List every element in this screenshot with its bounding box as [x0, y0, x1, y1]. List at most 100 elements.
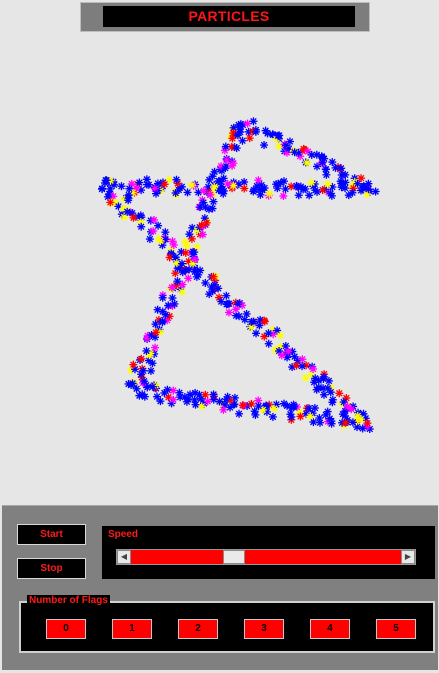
particle: [201, 278, 210, 287]
flags-label: Number of Flags: [27, 595, 110, 606]
control-panel: Start Stop Speed ◀ ▶ Number of Flags 0 1…: [2, 505, 438, 670]
particle: [224, 308, 233, 317]
particle: [190, 255, 199, 264]
particle: [209, 390, 218, 399]
slider-thumb[interactable]: [222, 550, 245, 564]
particle: [197, 402, 206, 411]
flag-button-4[interactable]: 4: [310, 619, 350, 639]
particle: [129, 360, 138, 369]
particle: [124, 379, 133, 388]
particle: [167, 283, 176, 292]
particle: [214, 284, 223, 293]
particle: [149, 227, 158, 236]
particle: [242, 309, 251, 318]
particle: [233, 131, 242, 140]
particle: [232, 144, 241, 153]
particle: [341, 178, 350, 187]
particle: [181, 237, 190, 246]
particle: [164, 301, 173, 310]
particle: [245, 134, 254, 143]
particle: [250, 407, 259, 416]
slider-right-arrow-icon[interactable]: ▶: [401, 550, 415, 564]
flag-button-0[interactable]: 0: [46, 619, 86, 639]
particle: [206, 190, 215, 199]
speed-slider[interactable]: ◀ ▶: [116, 549, 416, 565]
particle: [198, 230, 207, 239]
particle: [161, 228, 170, 237]
particle: [318, 186, 327, 195]
flag-button-2[interactable]: 2: [178, 619, 218, 639]
particle: [292, 181, 301, 190]
particle: [153, 305, 162, 314]
particle: [260, 141, 269, 150]
particle: [163, 385, 172, 394]
particle: [338, 410, 347, 419]
start-button[interactable]: Start: [17, 524, 86, 545]
particle: [252, 329, 261, 338]
speed-group: Speed ◀ ▶: [102, 526, 435, 579]
particle: [358, 424, 367, 433]
flag-button-5[interactable]: 5: [376, 619, 416, 639]
particle: [208, 204, 217, 213]
stop-button[interactable]: Stop: [17, 558, 86, 579]
particle: [124, 196, 133, 205]
particle: [325, 414, 334, 423]
particle: [322, 170, 331, 179]
particle: [268, 412, 277, 421]
particle: [298, 355, 307, 364]
particle: [318, 158, 327, 167]
particle: [277, 351, 286, 360]
particle: [178, 287, 187, 296]
particle: [247, 317, 256, 326]
particle: [247, 399, 256, 408]
particle: [231, 305, 240, 314]
particle: [337, 164, 346, 173]
particle: [139, 366, 148, 375]
particle: [137, 222, 146, 231]
flags-group: Number of Flags 0 1 2 3 4 5: [19, 595, 435, 653]
particle: [249, 117, 258, 126]
app-title: PARTICLES: [103, 6, 355, 27]
particle: [222, 300, 231, 309]
particle: [306, 412, 315, 421]
particle: [171, 253, 180, 262]
particle: [341, 170, 350, 179]
particle: [194, 188, 203, 197]
particle: [173, 277, 182, 286]
particle: [234, 120, 243, 129]
particle: [357, 174, 366, 183]
particle: [305, 191, 314, 200]
particle: [335, 389, 344, 398]
particle: [148, 359, 157, 368]
particle: [260, 317, 269, 326]
particle: [221, 142, 230, 151]
flag-button-1[interactable]: 1: [112, 619, 152, 639]
particle: [323, 407, 332, 416]
particle: [151, 328, 160, 337]
particle: [235, 409, 244, 418]
particle: [302, 158, 311, 167]
particle: [326, 388, 335, 397]
particle: [284, 347, 293, 356]
particle: [169, 386, 178, 395]
particle: [151, 320, 160, 329]
particle-canvas: [98, 117, 380, 434]
particle: [341, 418, 350, 427]
particle: [199, 198, 208, 207]
flag-button-3[interactable]: 3: [244, 619, 284, 639]
particle: [222, 156, 231, 165]
particle: [298, 362, 307, 371]
particle: [181, 266, 190, 275]
particle: [315, 414, 324, 423]
slider-left-arrow-icon[interactable]: ◀: [117, 550, 131, 564]
particle: [254, 176, 263, 185]
particle: [199, 186, 208, 195]
particle: [353, 179, 362, 188]
particle: [183, 188, 192, 197]
particle: [265, 189, 274, 198]
particle: [146, 366, 155, 375]
particle: [304, 404, 313, 413]
particle: [156, 236, 165, 245]
particle: [221, 164, 230, 173]
particle: [357, 186, 366, 195]
